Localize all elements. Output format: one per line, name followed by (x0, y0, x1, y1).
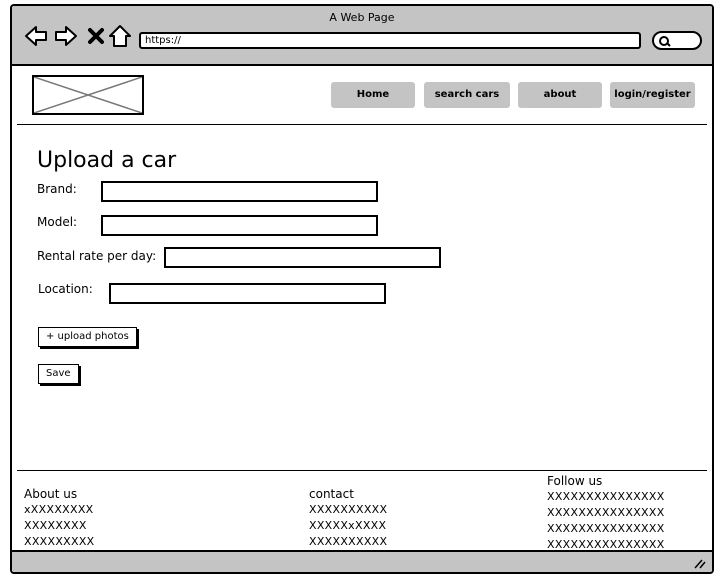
rental-rate-input[interactable] (164, 247, 441, 268)
footer-contact-line: XXXXXxXXXX (309, 519, 387, 532)
page-title: Upload a car (37, 148, 177, 173)
footer-about-line: XXXXXXXXX (24, 535, 95, 548)
logo-placeholder (32, 75, 144, 115)
location-label: Location: (38, 282, 93, 296)
model-label: Model: (37, 215, 78, 229)
footer-contact-heading: contact (309, 487, 354, 501)
model-input[interactable] (101, 215, 378, 236)
save-button[interactable]: Save (38, 364, 79, 384)
footer-contact-line: XXXXXXXXXX (309, 535, 388, 548)
status-bar (12, 550, 712, 572)
footer-about-heading: About us (24, 487, 78, 501)
search-icon (659, 36, 671, 47)
browser-window: A Web Page https:// Home search cars abo… (10, 4, 714, 574)
window-title: A Web Page (329, 11, 395, 24)
nav-home[interactable]: Home (331, 82, 415, 108)
upload-photos-button[interactable]: + upload photos (38, 327, 137, 347)
nav-login-register[interactable]: login/register (610, 82, 695, 108)
footer-divider (17, 470, 707, 471)
nav-search-cars[interactable]: search cars (424, 82, 510, 108)
footer-follow-line[interactable]: XXXXXXXXXXXXXXX (547, 506, 665, 519)
image-placeholder-icon (34, 77, 142, 113)
footer-follow-line[interactable]: XXXXXXXXXXXXXXX (547, 490, 665, 503)
footer-about-line: xXXXXXXXX (24, 503, 94, 516)
brand-label: Brand: (37, 182, 77, 196)
footer-follow-heading: Follow us (547, 474, 603, 488)
browser-search-box[interactable] (652, 31, 702, 50)
nav-about[interactable]: about (518, 82, 602, 108)
browser-chrome: A Web Page https:// (12, 6, 712, 66)
home-icon[interactable] (108, 24, 132, 48)
footer-follow-line[interactable]: XXXXXXXXXXXXXXX (547, 522, 665, 535)
forward-arrow-icon[interactable] (54, 24, 78, 48)
rental-rate-label: Rental rate per day: (37, 249, 157, 263)
location-input[interactable] (109, 283, 386, 304)
back-arrow-icon[interactable] (24, 24, 48, 48)
footer-contact-line: XXXXXXXXXX (309, 503, 388, 516)
close-icon[interactable] (84, 24, 108, 48)
header-divider (17, 124, 707, 125)
resize-grip-icon[interactable] (692, 557, 706, 569)
brand-input[interactable] (101, 181, 378, 202)
footer-about-line: XXXXXXXX (24, 519, 87, 532)
url-input[interactable]: https:// (139, 32, 641, 49)
